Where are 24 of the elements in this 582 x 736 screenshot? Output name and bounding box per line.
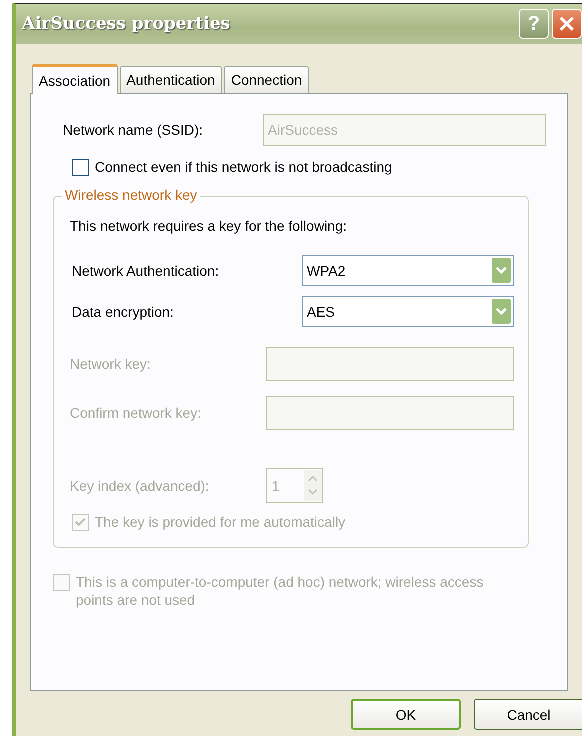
close-button[interactable] (552, 9, 582, 39)
field-label: Confirm network key: (70, 405, 202, 421)
intro-text: This network requires a key for the following: (70, 217, 348, 235)
checkmark-icon (75, 517, 86, 528)
field-label: Network Authentication: (72, 262, 220, 278)
field-label: Data encryption: (72, 304, 175, 320)
spinner-arrows-icon (304, 470, 322, 501)
field-label: Network name (SSID): (63, 122, 204, 138)
checkbox-label: Connect even if this network is not broadcasting (95, 158, 392, 176)
window-title: AirSuccess properties (22, 14, 232, 34)
field-label: Key index (advanced): (70, 478, 210, 494)
dialog-button[interactable]: Cancel (474, 699, 582, 730)
dropdown[interactable]: WPA2 (302, 255, 514, 286)
tab[interactable]: Association (32, 64, 118, 94)
tab[interactable]: Connection (224, 66, 310, 93)
checkbox-label: The key is provided for me automatically (95, 513, 346, 531)
dialog-button[interactable]: OK (351, 699, 461, 730)
checkbox-label: This is a computer-to-computer (ad hoc) network; wireless access points are not used (76, 573, 485, 609)
tab[interactable]: Authentication (120, 66, 222, 93)
dropdown[interactable]: AES (302, 296, 514, 327)
field-label: Network key: (70, 356, 152, 372)
checkbox[interactable] (72, 159, 89, 176)
group-legend: Wireless network key (62, 187, 200, 203)
close-icon (559, 16, 575, 32)
